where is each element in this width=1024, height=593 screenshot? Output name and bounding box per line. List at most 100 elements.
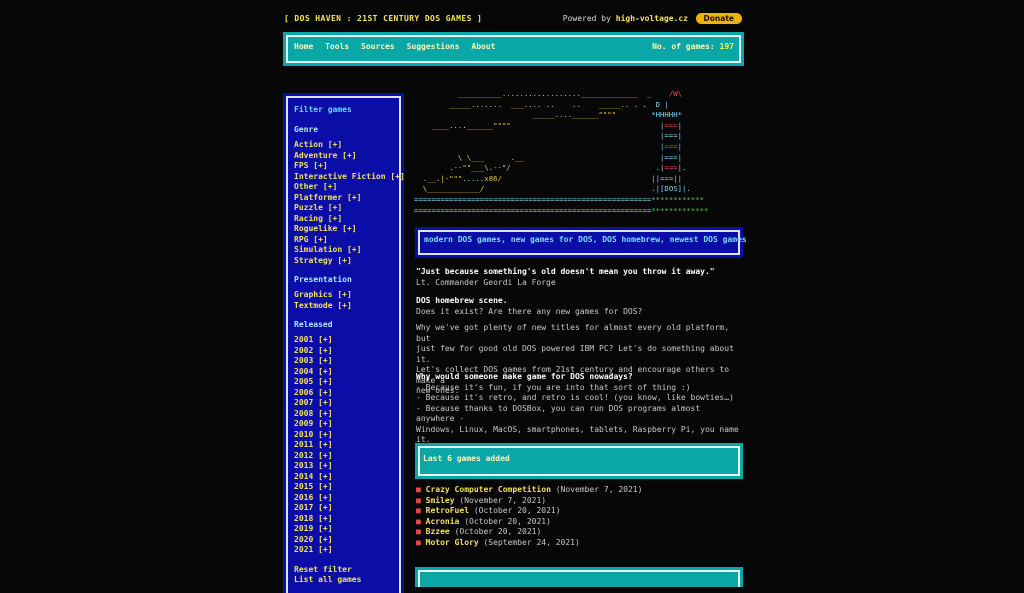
year-2017[interactable]: 2017 [+]	[294, 503, 393, 514]
quote-text: "Just because something's old doesn't me…	[416, 267, 715, 276]
genre-interactive-fiction[interactable]: Interactive Fiction [+]	[294, 172, 405, 183]
reset-filter-link[interactable]: Reset filter	[294, 565, 393, 576]
year-2005[interactable]: 2005 [+]	[294, 377, 393, 388]
nav-suggestions[interactable]: Suggestions	[407, 42, 460, 51]
ship-label: x86/	[484, 173, 502, 183]
nav-tools[interactable]: Tools	[325, 42, 349, 51]
homebrew-title: DOS homebrew scene.	[416, 296, 508, 305]
why-line: - Because it's retro, and retro is cool!…	[416, 393, 734, 402]
game-date: (November 7, 2021)	[555, 485, 643, 494]
filter-title: Filter games	[294, 105, 352, 114]
filter-sidebar: Filter games Genre Action [+] Adventure …	[283, 93, 405, 593]
presentation-textmode[interactable]: Textmode [+]	[294, 301, 393, 312]
last-added-title: Last 6 games added	[423, 454, 510, 463]
why-block: Why would someone make game for DOS nowa…	[416, 372, 742, 446]
nav-sources[interactable]: Sources	[361, 42, 395, 51]
intro-line: Why we've got plenty of new titles for a…	[416, 323, 730, 343]
list-item: ■ RetroFuel (October 20, 2021)	[416, 506, 642, 517]
last-added-header: Last 6 games added	[415, 443, 743, 479]
genre-roguelike[interactable]: Roguelike [+]	[294, 224, 393, 235]
year-2008[interactable]: 2008 [+]	[294, 409, 393, 420]
year-2002[interactable]: 2002 [+]	[294, 346, 393, 357]
quote-author: Lt. Commander Geordi La Forge	[416, 277, 556, 287]
genre-puzzle[interactable]: Puzzle [+]	[294, 203, 393, 214]
genre-strategy[interactable]: Strategy [+]	[294, 256, 393, 267]
powered-by-link[interactable]: high-voltage.cz	[616, 14, 688, 23]
list-all-games-link[interactable]: List all games	[294, 575, 393, 586]
why-line: - Because it's fun, if you are into that…	[416, 382, 691, 392]
presentation-graphics[interactable]: Graphics [+]	[294, 290, 393, 301]
bullet-icon: ■	[416, 485, 421, 494]
game-link[interactable]: Crazy Computer Competition	[426, 485, 551, 494]
year-2020[interactable]: 2020 [+]	[294, 535, 393, 546]
presentation-heading: Presentation	[294, 275, 352, 284]
game-link[interactable]: Bzzee	[426, 527, 450, 536]
game-date: (October 20, 2021)	[473, 506, 561, 515]
intro-line: just few for good old DOS powered IBM PC…	[416, 344, 734, 364]
year-2018[interactable]: 2018 [+]	[294, 514, 393, 525]
year-2004[interactable]: 2004 [+]	[294, 367, 393, 378]
next-section-frame	[418, 570, 740, 587]
games-count-label: No. of games:	[652, 42, 715, 51]
game-date: (September 24, 2021)	[483, 537, 580, 547]
genre-rpg[interactable]: RPG [+]	[294, 235, 393, 246]
games-count-value: 197	[719, 42, 734, 51]
year-2009[interactable]: 2009 [+]	[294, 419, 393, 430]
next-section-header	[415, 567, 743, 587]
game-link[interactable]: Motor Glory	[426, 538, 479, 547]
list-item: ■ Acronia (October 20, 2021)	[416, 517, 642, 528]
year-2006[interactable]: 2006 [+]	[294, 388, 393, 399]
year-2010[interactable]: 2010 [+]	[294, 430, 393, 441]
year-2013[interactable]: 2013 [+]	[294, 461, 393, 472]
genre-fps[interactable]: FPS [+]	[294, 161, 393, 172]
genre-racing[interactable]: Racing [+]	[294, 214, 393, 225]
sidebar-frame: Filter games Genre Action [+] Adventure …	[286, 96, 405, 593]
year-2001[interactable]: 2001 [+]	[294, 335, 393, 346]
main-navigation: Home Tools Sources Suggestions About No.…	[283, 32, 744, 66]
powered-by-label: Powered by	[562, 14, 611, 23]
year-2015[interactable]: 2015 [+]	[294, 482, 393, 493]
game-link[interactable]: Acronia	[426, 517, 460, 526]
list-item: ■ Motor Glory (September 24, 2021)	[416, 538, 642, 549]
year-2019[interactable]: 2019 [+]	[294, 524, 393, 535]
genre-heading: Genre	[294, 125, 319, 134]
game-date: (November 7, 2021)	[459, 495, 547, 505]
quote-block: "Just because something's old doesn't me…	[416, 267, 742, 288]
why-title: Why would someone make game for DOS nowa…	[416, 372, 633, 381]
tagline-text: modern DOS games, new games for DOS, DOS…	[424, 235, 747, 244]
genre-simulation[interactable]: Simulation [+]	[294, 245, 393, 256]
year-2014[interactable]: 2014 [+]	[294, 472, 393, 483]
site-title[interactable]: [ DOS HAVEN : 21ST CENTURY DOS GAMES ]	[284, 14, 482, 23]
recent-games-list: ■ Crazy Computer Competition (November 7…	[416, 485, 642, 548]
bullet-icon: ■	[416, 537, 421, 547]
powered-by: Powered by high-voltage.cz	[563, 14, 688, 23]
year-2021[interactable]: 2021 [+]	[294, 545, 393, 556]
year-2011[interactable]: 2011 [+]	[294, 440, 393, 451]
bullet-icon: ■	[416, 506, 421, 515]
bullet-icon: ■	[416, 516, 421, 526]
game-link[interactable]: RetroFuel	[426, 506, 469, 515]
list-item: ■ Bzzee (October 20, 2021)	[416, 527, 642, 538]
nav-about[interactable]: About	[471, 42, 495, 51]
ascii-art-banner: __________..................____________…	[414, 89, 709, 215]
tagline-banner: modern DOS games, new games for DOS, DOS…	[415, 227, 747, 258]
games-count: No. of games: 197	[652, 42, 734, 51]
nav-home[interactable]: Home	[294, 42, 313, 51]
game-link[interactable]: Smiley	[426, 496, 455, 505]
list-item: ■ Crazy Computer Competition (November 7…	[416, 485, 642, 496]
year-2016[interactable]: 2016 [+]	[294, 493, 393, 504]
year-2012[interactable]: 2012 [+]	[294, 451, 393, 462]
donate-button[interactable]: Donate	[695, 13, 742, 24]
tower-label: [DOS]	[660, 184, 682, 194]
year-2003[interactable]: 2003 [+]	[294, 356, 393, 367]
genre-other[interactable]: Other [+]	[294, 182, 393, 193]
genre-adventure[interactable]: Adventure [+]	[294, 151, 393, 162]
why-line: - Because thanks to DOSBox, you can run …	[416, 403, 701, 424]
bullet-icon: ■	[416, 495, 421, 505]
genre-platformer[interactable]: Platformer [+]	[294, 193, 393, 204]
game-date: (October 20, 2021)	[454, 527, 542, 536]
year-2007[interactable]: 2007 [+]	[294, 398, 393, 409]
homebrew-question: Does it exist? Are there any new games f…	[416, 306, 643, 316]
genre-action[interactable]: Action [+]	[294, 140, 393, 151]
bullet-icon: ■	[416, 527, 421, 536]
